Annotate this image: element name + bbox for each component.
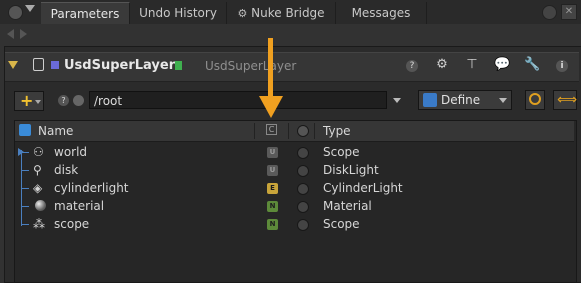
column-divider[interactable] [254, 123, 255, 139]
tree-branch-line [21, 152, 29, 153]
disk-light-icon: ⚲ [33, 163, 42, 177]
visibility-toggle-icon[interactable] [297, 147, 309, 159]
primitive-mode-select[interactable]: Define [418, 90, 512, 110]
tree-branch-line [21, 224, 29, 225]
chevron-down-icon [35, 100, 41, 104]
navigation-bar [0, 24, 581, 44]
table-row[interactable]: material N Material [15, 197, 574, 215]
info-icon[interactable]: i [554, 57, 570, 73]
tree-branch-line [21, 188, 29, 189]
help-icon[interactable]: ? [58, 95, 69, 106]
nuke-bridge-icon: ⚙ [237, 7, 248, 20]
scope-icon: ⁂ [33, 217, 45, 231]
chevron-down-icon[interactable] [25, 5, 35, 12]
table-header [15, 121, 574, 142]
table-row[interactable]: ⚲ disk U DiskLight [15, 161, 574, 179]
chevron-down-icon [499, 98, 507, 103]
column-header-name[interactable]: Name [38, 121, 73, 141]
material-icon [35, 200, 46, 211]
node-color-swatch[interactable] [51, 61, 59, 69]
close-panel-icon[interactable]: ✕ [561, 4, 577, 20]
path-reference-icon[interactable] [73, 95, 84, 106]
back-arrow-icon[interactable] [7, 29, 14, 39]
collapse-triangle-icon[interactable] [8, 61, 18, 69]
tab-parameters[interactable]: Parameters [41, 2, 130, 25]
tab-nuke-bridge[interactable]: ⚙ Nuke Bridge [227, 2, 336, 24]
column-divider[interactable] [288, 123, 289, 139]
tree-branch-line [21, 170, 29, 171]
node-flag-swatch[interactable] [175, 61, 182, 70]
world-icon: ⚇ [33, 145, 44, 159]
primitive-mode-value: Define [441, 93, 481, 107]
add-primitive-button[interactable]: + [14, 91, 44, 111]
table-row[interactable]: ⚇ world U Scope [15, 143, 574, 161]
parameter-layout-icon[interactable]: ⊤ [464, 57, 480, 73]
wrench-icon[interactable]: 🔧 [524, 57, 540, 73]
gear-icon[interactable]: ⚙ [434, 57, 450, 73]
row-type: Scope [323, 145, 360, 159]
define-icon [423, 93, 437, 107]
column-header-c[interactable]: C [266, 124, 277, 135]
row-name: disk [54, 163, 79, 177]
target-icon [529, 93, 541, 105]
expand-selection-button[interactable] [525, 90, 545, 110]
row-name: scope [54, 217, 90, 231]
node-type-icon [33, 58, 44, 71]
status-badge: E [267, 183, 278, 194]
cylinder-light-icon: ◈ [33, 181, 43, 195]
tree-branch-line [21, 206, 29, 207]
row-name: material [54, 199, 105, 213]
node-type-label: UsdSuperLayer [64, 58, 176, 73]
column-header-type[interactable]: Type [323, 121, 351, 141]
row-type: CylinderLight [323, 181, 403, 195]
tab-undo-history[interactable]: Undo History [130, 2, 227, 24]
status-badge: N [267, 219, 278, 230]
visibility-toggle-icon[interactable] [297, 165, 309, 177]
visibility-toggle-icon[interactable] [297, 183, 309, 195]
table-row[interactable]: ⁂ scope N Scope [15, 215, 574, 233]
row-type: DiskLight [323, 163, 379, 177]
tab-nuke-bridge-label: Nuke Bridge [251, 6, 325, 20]
row-type: Scope [323, 217, 360, 231]
prim-cube-icon [19, 124, 31, 136]
status-badge: U [267, 147, 278, 158]
table-row[interactable]: ◈ cylinderlight E CylinderLight [15, 179, 574, 197]
help-icon[interactable]: ? [404, 57, 420, 73]
status-badge: N [267, 201, 278, 212]
row-type: Material [323, 199, 372, 213]
tab-messages[interactable]: Messages [336, 2, 427, 24]
forward-arrow-icon[interactable] [20, 29, 27, 39]
annotation-arrow-icon [259, 38, 283, 118]
column-divider[interactable] [314, 123, 315, 139]
path-dropdown-chevron-icon[interactable] [393, 98, 401, 103]
primitive-path-field[interactable]: /root [89, 91, 387, 109]
toggle-width-button[interactable]: ⟺ [553, 90, 577, 110]
panel-menu-icon[interactable] [8, 5, 23, 20]
visibility-toggle-icon[interactable] [297, 201, 309, 213]
visibility-toggle-icon[interactable] [297, 219, 309, 231]
double-arrow-icon: ⟺ [557, 92, 578, 108]
comment-icon[interactable]: 💬 [494, 57, 510, 73]
row-name: cylinderlight [54, 181, 129, 195]
float-panel-icon[interactable] [542, 5, 557, 20]
row-name: world [54, 145, 88, 159]
status-badge: U [267, 165, 278, 176]
plus-icon: + [20, 91, 34, 110]
visibility-header-icon[interactable] [297, 125, 309, 137]
